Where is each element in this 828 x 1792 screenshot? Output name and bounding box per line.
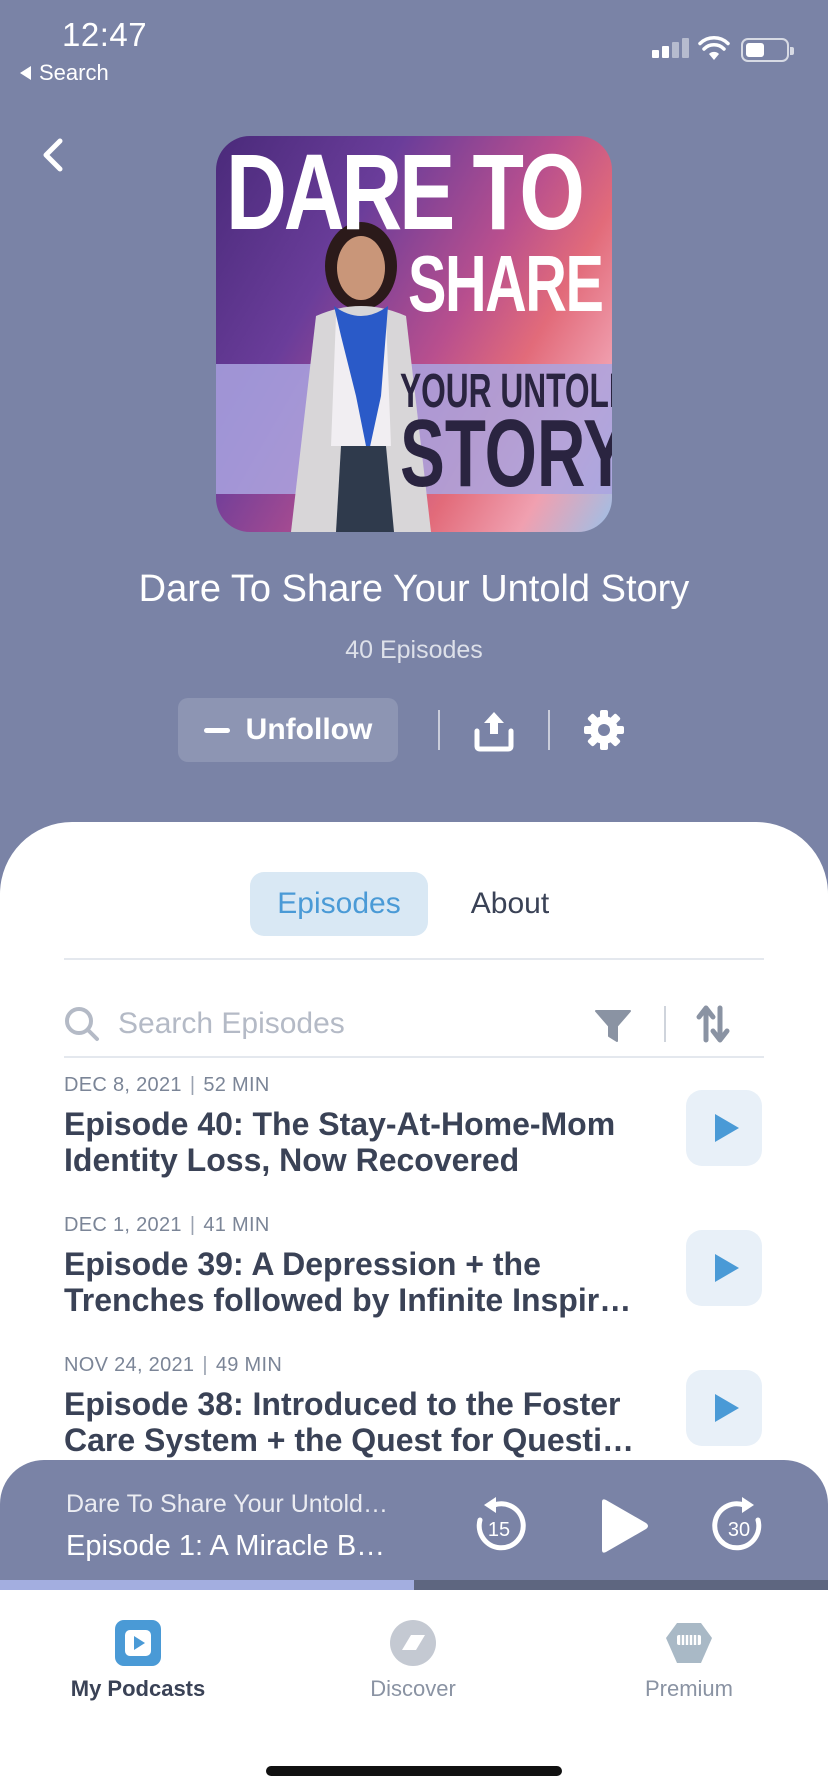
cover-text-line4: STORY <box>400 400 612 507</box>
tab-discover[interactable]: Discover <box>313 1618 513 1718</box>
episode-meta: DEC 1, 2021 | 41 MIN <box>64 1214 270 1236</box>
action-divider <box>438 710 440 750</box>
search-icon <box>65 1007 99 1041</box>
episode-date: DEC 1, 2021 <box>64 1214 182 1236</box>
episode-search-bar <box>64 980 764 1068</box>
tabs-divider <box>64 958 764 960</box>
skip-back-15-button[interactable]: 15 <box>466 1494 530 1558</box>
playback-progress-bar[interactable] <box>0 1580 828 1590</box>
battery-icon <box>741 38 794 62</box>
share-icon[interactable] <box>470 706 518 754</box>
back-to-app-link[interactable]: Search <box>20 60 109 86</box>
episode-count: 40 Episodes <box>345 636 483 664</box>
unfollow-button[interactable]: Unfollow <box>178 698 398 762</box>
tab-episodes[interactable]: Episodes <box>250 872 428 936</box>
gear-icon[interactable] <box>582 708 626 752</box>
episode-row[interactable]: DEC 1, 2021 | 41 MIN Episode 39: A Depress… <box>64 1214 764 1344</box>
cover-text-line1: DARE TO <box>226 136 585 252</box>
play-icon <box>715 1254 739 1282</box>
wifi-icon <box>698 36 730 60</box>
episode-row[interactable]: DEC 8, 2021 | 52 MIN Episode 40: The Stay-… <box>64 1074 764 1204</box>
tab-label: Premium <box>644 1676 733 1701</box>
episode-play-button[interactable] <box>686 1090 762 1166</box>
discover-icon <box>388 1618 438 1668</box>
cellular-signal-icon <box>652 38 689 58</box>
tab-label: My Podcasts <box>70 1676 206 1701</box>
tab-my-podcasts[interactable]: My Podcasts <box>38 1618 238 1718</box>
cover-text-line2: SHARE <box>408 239 604 328</box>
status-bar: 12:47 Search <box>0 0 828 90</box>
mini-player[interactable]: Dare To Share Your Untold… Episode 1: A … <box>0 1460 828 1590</box>
episode-title: Episode 38: Introduced to the Foster Car… <box>64 1386 634 1458</box>
skip-forward-30-button[interactable]: 30 <box>708 1494 772 1558</box>
home-indicator <box>266 1766 562 1776</box>
episode-duration: 49 MIN <box>215 1354 283 1376</box>
podcast-title: Dare To Share Your Untold Story <box>138 568 690 610</box>
play-icon <box>715 1394 739 1422</box>
search-divider <box>664 1006 666 1042</box>
tab-label: Discover <box>370 1676 456 1701</box>
back-triangle-icon <box>20 66 31 80</box>
play-icon <box>715 1114 739 1142</box>
premium-icon <box>664 1618 714 1668</box>
episode-play-button[interactable] <box>686 1370 762 1446</box>
back-to-app-label: Search <box>39 60 109 85</box>
play-square-icon <box>113 1618 163 1668</box>
skip-back-label: 15 <box>488 1519 510 1541</box>
tab-about[interactable]: About <box>450 872 570 936</box>
back-button[interactable] <box>34 135 70 175</box>
now-playing-episode: Episode 1: A Miracle B… <box>66 1530 386 1562</box>
action-divider <box>548 710 550 750</box>
chevron-left-icon <box>43 138 63 172</box>
episode-date: DEC 8, 2021 <box>64 1074 182 1096</box>
episode-title: Episode 40: The Stay-At-Home-Mom Identit… <box>64 1106 616 1178</box>
mini-player-play-button[interactable] <box>592 1496 652 1556</box>
bottom-tab-bar: My Podcasts Discover Premium <box>0 1590 828 1792</box>
episode-meta: NOV 24, 2021 | 49 MIN <box>64 1354 283 1376</box>
podcast-cover-art: DARE TO SHARE YOUR UNTOLD STORY <box>216 136 612 532</box>
episode-duration: 52 MIN <box>203 1074 270 1096</box>
now-playing-show: Dare To Share Your Untold… <box>66 1490 388 1518</box>
episode-duration: 41 MIN <box>203 1214 270 1236</box>
playback-progress-fill <box>0 1580 414 1590</box>
skip-forward-label: 30 <box>728 1519 750 1541</box>
episode-date: NOV 24, 2021 <box>64 1354 195 1376</box>
filter-icon[interactable] <box>594 1008 632 1044</box>
tab-premium[interactable]: Premium <box>589 1618 789 1718</box>
sort-icon[interactable] <box>696 1004 730 1044</box>
status-time: 12:47 <box>62 16 148 53</box>
minus-icon <box>203 727 230 733</box>
podcast-actions: Unfollow <box>0 698 828 762</box>
unfollow-label: Unfollow <box>245 713 373 746</box>
search-divider-line <box>64 1056 764 1058</box>
episode-play-button[interactable] <box>686 1230 762 1306</box>
search-input[interactable] <box>118 1000 578 1048</box>
episode-title: Episode 39: A Depression + the Trenches … <box>64 1246 632 1318</box>
content-tabs: Episodes About <box>0 872 828 936</box>
episode-meta: DEC 8, 2021 | 52 MIN <box>64 1074 270 1096</box>
